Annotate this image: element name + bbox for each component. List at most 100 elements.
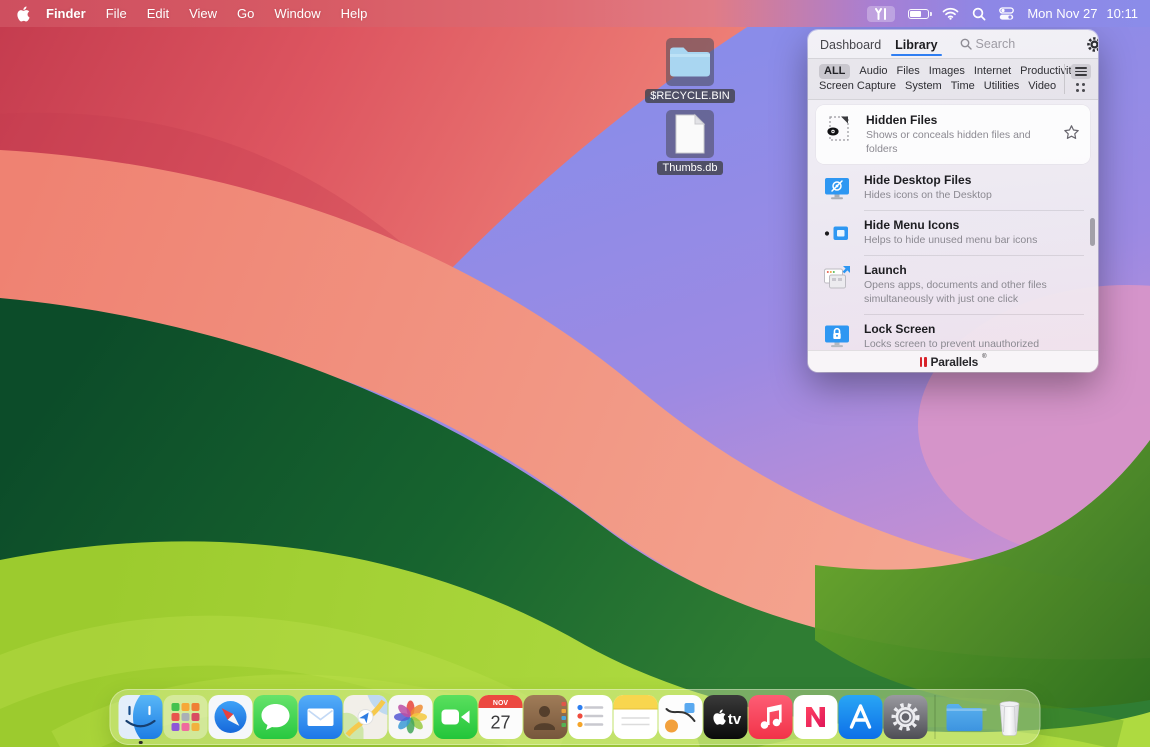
dock-icon-app-store[interactable] xyxy=(839,695,883,739)
menu-help[interactable]: Help xyxy=(331,6,378,21)
favorite-star-icon[interactable] xyxy=(1063,124,1080,146)
launch-icon xyxy=(822,263,852,293)
list-view-toggle[interactable] xyxy=(1071,64,1091,79)
hide-desktop-files-icon xyxy=(822,173,852,203)
tools-list: Hidden Files Shows or conceals hidden fi… xyxy=(808,100,1098,350)
category-time[interactable]: Time xyxy=(951,79,975,94)
dock-icon-freeform[interactable] xyxy=(659,695,703,739)
dock-icon-downloads-folder[interactable] xyxy=(943,695,987,739)
tool-title: Launch xyxy=(864,263,1056,277)
dock-icon-finder[interactable] xyxy=(119,695,163,739)
dock-divider xyxy=(935,695,936,739)
dock-icon-facetime[interactable] xyxy=(434,695,478,739)
menu-edit[interactable]: Edit xyxy=(137,6,179,21)
search-icon xyxy=(960,38,972,50)
dock-icon-contacts[interactable] xyxy=(524,695,568,739)
hidden-files-icon xyxy=(824,113,854,143)
tool-description: Opens apps, documents and other files si… xyxy=(864,279,1056,306)
parallels-toolbox-menu-icon[interactable] xyxy=(867,6,895,22)
dock-icon-news[interactable] xyxy=(794,695,838,739)
control-center-icon[interactable] xyxy=(999,7,1014,20)
tool-description: Hides icons on the Desktop xyxy=(864,189,992,203)
tool-description: Helps to hide unused menu bar icons xyxy=(864,234,1037,248)
tab-library[interactable]: Library xyxy=(893,32,939,56)
dock-icon-calendar[interactable]: NOV 27 xyxy=(479,695,523,739)
tool-hide-menu-icons[interactable]: Hide Menu Icons Helps to hide unused men… xyxy=(808,210,1098,255)
panel-header: Dashboard Library xyxy=(808,30,1098,58)
desktop-icon-recycle-bin[interactable]: $RECYCLE.BIN xyxy=(652,38,728,103)
menu-finder[interactable]: Finder xyxy=(34,6,96,21)
tool-hide-desktop-files[interactable]: Hide Desktop Files Hides icons on the De… xyxy=(808,165,1098,210)
dock-icon-system-settings[interactable] xyxy=(884,695,928,739)
menu-file[interactable]: File xyxy=(96,6,137,21)
folder-icon xyxy=(666,38,714,86)
tv-label: tv xyxy=(728,711,742,728)
tool-lock-screen[interactable]: Lock Screen Locks screen to prevent unau… xyxy=(808,314,1098,350)
category-video[interactable]: Video xyxy=(1028,79,1056,94)
dock-icon-music[interactable] xyxy=(749,695,793,739)
search-input[interactable] xyxy=(976,37,1076,51)
tool-title: Lock Screen xyxy=(864,322,1056,336)
category-all[interactable]: ALL xyxy=(819,64,850,79)
clock-date: Mon Nov 27 xyxy=(1027,6,1097,21)
parallels-logo-icon xyxy=(920,357,927,367)
menu-view[interactable]: View xyxy=(179,6,227,21)
tool-title: Hide Desktop Files xyxy=(864,173,992,187)
dock-icon-notes[interactable] xyxy=(614,695,658,739)
dock-icon-mail[interactable] xyxy=(299,695,343,739)
clock-time: 10:11 xyxy=(1106,6,1138,21)
desktop-screen: Finder File Edit View Go Window Help xyxy=(0,0,1150,747)
desktop-icon-label: Thumbs.db xyxy=(657,161,722,175)
desktop-icon-thumbs-db[interactable]: Thumbs.db xyxy=(652,110,728,175)
panel-scrollbar[interactable] xyxy=(1090,218,1095,246)
dock-icon-maps[interactable] xyxy=(344,695,388,739)
tool-description: Shows or conceals hidden files and folde… xyxy=(866,129,1051,156)
parallels-trademark: ® xyxy=(982,354,986,360)
tool-description: Locks screen to prevent unauthorized acc… xyxy=(864,338,1056,350)
category-productivity[interactable]: Productivity xyxy=(1020,64,1077,79)
dock-icon-messages[interactable] xyxy=(254,695,298,739)
parallels-logo-text: Parallels xyxy=(931,355,979,369)
dock-icon-launchpad[interactable] xyxy=(164,695,208,739)
document-icon xyxy=(666,110,714,158)
category-audio[interactable]: Audio xyxy=(859,64,887,79)
tool-hidden-files[interactable]: Hidden Files Shows or conceals hidden fi… xyxy=(816,105,1090,164)
menu-bar: Finder File Edit View Go Window Help xyxy=(0,0,1150,27)
settings-gear-icon[interactable] xyxy=(1086,36,1098,53)
wifi-icon[interactable] xyxy=(942,7,959,20)
category-filters: ALL Audio Files Images Internet Producti… xyxy=(808,58,1098,100)
tab-dashboard[interactable]: Dashboard xyxy=(818,32,883,56)
dock-icon-safari[interactable] xyxy=(209,695,253,739)
dock-icon-photos[interactable] xyxy=(389,695,433,739)
apple-menu-icon[interactable] xyxy=(14,6,34,22)
search-field[interactable] xyxy=(960,37,1076,51)
category-files[interactable]: Files xyxy=(897,64,920,79)
category-system[interactable]: System xyxy=(905,79,942,94)
hide-menu-icons-icon xyxy=(822,218,852,248)
dock: NOV 27 xyxy=(110,689,1041,745)
battery-icon[interactable] xyxy=(908,9,929,19)
panel-footer: Parallels ® xyxy=(808,350,1098,372)
tool-launch[interactable]: Launch Opens apps, documents and other f… xyxy=(808,255,1098,313)
calendar-month-label: NOV xyxy=(493,700,509,707)
category-images[interactable]: Images xyxy=(929,64,965,79)
tool-title: Hidden Files xyxy=(866,113,1051,127)
desktop-icon-label: $RECYCLE.BIN xyxy=(645,89,734,103)
menu-bar-clock[interactable]: Mon Nov 27 10:11 xyxy=(1027,6,1138,21)
menu-window[interactable]: Window xyxy=(264,6,330,21)
grid-view-toggle[interactable] xyxy=(1076,83,1086,93)
calendar-day-label: 27 xyxy=(490,713,510,733)
finder-running-indicator xyxy=(139,741,143,745)
tool-title: Hide Menu Icons xyxy=(864,218,1037,232)
dock-icon-apple-tv[interactable]: tv xyxy=(704,695,748,739)
parallels-toolbox-panel: Dashboard Library ALL Aud xyxy=(808,30,1098,372)
lock-screen-icon xyxy=(822,322,852,350)
category-utilities[interactable]: Utilities xyxy=(984,79,1019,94)
dock-icon-trash[interactable] xyxy=(988,695,1032,739)
category-internet[interactable]: Internet xyxy=(974,64,1011,79)
spotlight-search-icon[interactable] xyxy=(972,7,986,21)
toggle-divider xyxy=(1064,64,1065,94)
dock-icon-reminders[interactable] xyxy=(569,695,613,739)
category-screen-capture[interactable]: Screen Capture xyxy=(819,79,896,94)
menu-go[interactable]: Go xyxy=(227,6,264,21)
